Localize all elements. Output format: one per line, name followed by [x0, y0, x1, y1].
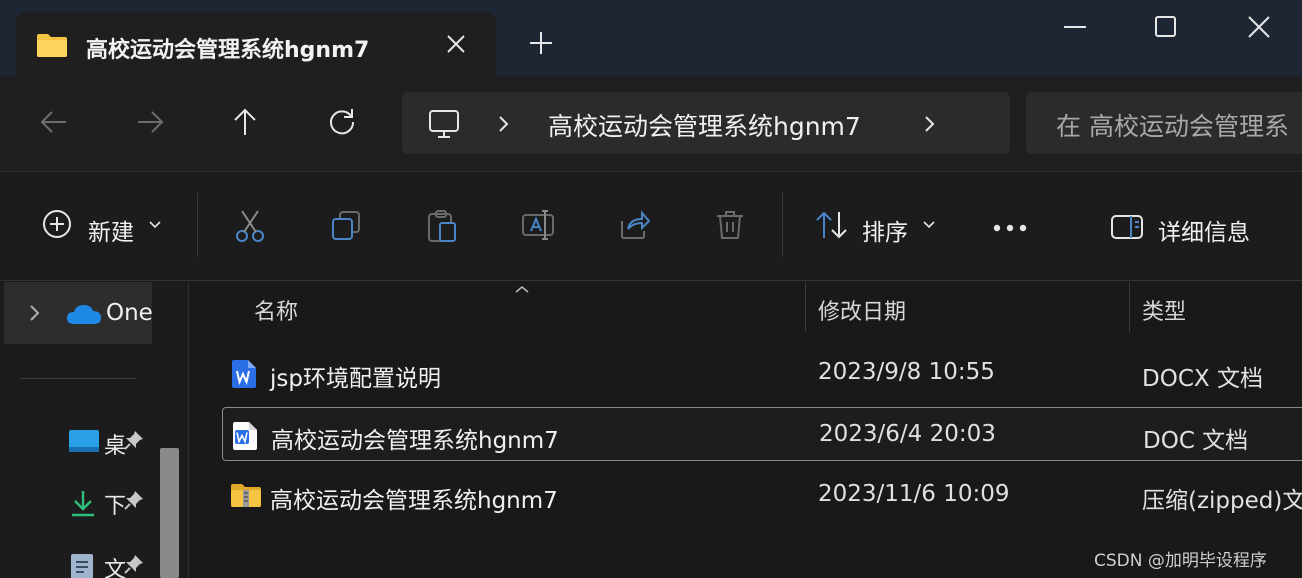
- copy-icon[interactable]: [330, 209, 362, 245]
- watermark-text: CSDN @加明毕设程序: [1094, 551, 1267, 571]
- folder-icon: [36, 32, 68, 62]
- close-window-icon[interactable]: [1244, 12, 1274, 46]
- chevron-down-icon[interactable]: [147, 217, 163, 237]
- column-header-label: 修改日期: [818, 300, 907, 325]
- pane-splitter[interactable]: [188, 282, 189, 578]
- breadcrumb-chevron-icon[interactable]: [922, 114, 938, 138]
- tab-title: 高校运动会管理系统hgnm7: [86, 38, 370, 63]
- search-input[interactable]: 在 高校运动会管理系: [1026, 92, 1302, 154]
- column-header-type[interactable]: 类型: [1130, 282, 1302, 334]
- pin-icon[interactable]: [124, 554, 144, 578]
- minimize-icon[interactable]: [1060, 12, 1090, 46]
- forward-arrow-icon[interactable]: [134, 106, 166, 142]
- breadcrumb-folder[interactable]: 高校运动会管理系统hgnm7: [548, 107, 861, 143]
- new-button[interactable]: 新建: [88, 213, 134, 247]
- nav-scrollbar-thumb[interactable]: [160, 448, 179, 578]
- desktop-icon: [68, 428, 100, 458]
- breadcrumb-chevron-icon[interactable]: [496, 114, 512, 138]
- navigation-bar: 高校运动会管理系统hgnm7 在 高校运动会管理系: [0, 76, 1302, 172]
- sort-icon[interactable]: [814, 209, 850, 245]
- file-type: DOCX 文档: [1142, 366, 1263, 392]
- file-modified: 2023/9/8 10:55: [818, 359, 995, 385]
- refresh-icon[interactable]: [326, 106, 358, 142]
- tab-active[interactable]: 高校运动会管理系统hgnm7: [16, 12, 496, 76]
- file-list: 名称 修改日期 类型 jsp环境配置说明 2023/9/8 10:55 DOCX…: [190, 282, 1302, 578]
- nav-item-label: 下: [104, 494, 127, 519]
- nav-divider: [20, 378, 136, 379]
- back-arrow-icon[interactable]: [38, 106, 70, 142]
- command-bar: 新建 排序 详细信息: [0, 173, 1302, 281]
- close-tab-icon[interactable]: [444, 32, 468, 60]
- nav-item-downloads[interactable]: 下: [0, 478, 152, 528]
- file-row-selected[interactable]: 高校运动会管理系统hgnm7 2023/6/4 20:03 DOC 文档: [222, 407, 1302, 461]
- file-name: 高校运动会管理系统hgnm7: [270, 488, 558, 514]
- nav-item-desktop[interactable]: 桌: [0, 418, 152, 468]
- share-icon[interactable]: [618, 209, 651, 245]
- details-pane-icon[interactable]: [1110, 213, 1144, 245]
- pin-icon[interactable]: [124, 430, 144, 454]
- pin-icon[interactable]: [124, 490, 144, 514]
- nav-item-label: 桌: [104, 434, 127, 459]
- delete-icon[interactable]: [714, 209, 746, 245]
- this-pc-icon: [428, 108, 460, 144]
- rename-icon[interactable]: [521, 209, 555, 245]
- maximize-icon[interactable]: [1150, 12, 1180, 46]
- file-name: jsp环境配置说明: [270, 366, 441, 392]
- cut-icon[interactable]: [234, 209, 266, 247]
- nav-item-label: 文: [104, 558, 127, 578]
- nav-item-onedrive[interactable]: One: [4, 282, 153, 344]
- toolbar-divider: [197, 193, 198, 257]
- details-button[interactable]: 详细信息: [1158, 213, 1250, 247]
- onedrive-cloud-icon: [66, 302, 102, 330]
- file-name: 高校运动会管理系统hgnm7: [271, 428, 559, 454]
- nav-item-documents[interactable]: 文: [0, 542, 152, 578]
- sort-button[interactable]: 排序: [862, 213, 908, 247]
- up-arrow-icon[interactable]: [229, 106, 261, 142]
- chevron-right-icon[interactable]: [28, 304, 42, 326]
- file-row[interactable]: jsp环境配置说明 2023/9/8 10:55 DOCX 文档: [222, 346, 1302, 400]
- word-doc-icon: [231, 421, 259, 455]
- column-header-label: 类型: [1142, 300, 1187, 325]
- paste-icon[interactable]: [426, 209, 458, 247]
- toolbar-divider: [782, 193, 783, 257]
- document-icon: [68, 552, 96, 578]
- column-header-modified[interactable]: 修改日期: [806, 282, 1128, 334]
- word-doc-icon: [230, 359, 258, 393]
- file-type: 压缩(zipped)文: [1142, 488, 1302, 514]
- file-modified: 2023/11/6 10:09: [818, 481, 1010, 507]
- more-options-icon[interactable]: [992, 219, 1028, 238]
- nav-item-label: One: [106, 300, 153, 326]
- download-icon: [68, 488, 98, 522]
- file-row[interactable]: 高校运动会管理系统hgnm7 2023/11/6 10:09 压缩(zipped…: [222, 468, 1302, 522]
- zip-folder-icon: [230, 481, 262, 513]
- search-placeholder: 在 高校运动会管理系: [1056, 112, 1289, 141]
- column-header-label: 名称: [254, 300, 299, 325]
- address-bar[interactable]: 高校运动会管理系统hgnm7: [402, 92, 1010, 154]
- new-plus-icon[interactable]: [42, 209, 72, 243]
- file-modified: 2023/6/4 20:03: [819, 421, 996, 447]
- column-header-name[interactable]: 名称: [190, 282, 804, 334]
- navigation-pane: One 桌 下 文: [0, 282, 188, 578]
- new-tab-icon[interactable]: [528, 30, 554, 60]
- title-bar: 高校运动会管理系统hgnm7: [0, 0, 1302, 76]
- chevron-down-icon[interactable]: [921, 217, 937, 237]
- file-type: DOC 文档: [1143, 428, 1249, 454]
